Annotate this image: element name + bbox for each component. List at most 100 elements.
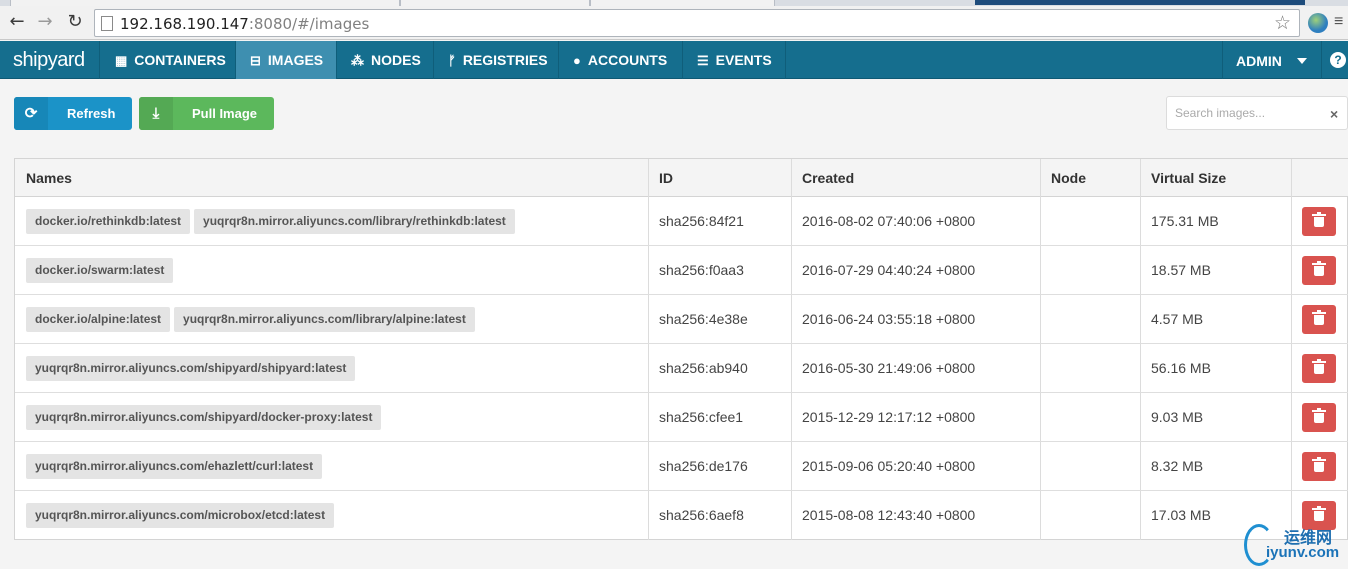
trash-icon (1312, 506, 1326, 521)
table-row: yuqrqr8n.mirror.aliyuncs.com/shipyard/do… (15, 393, 1348, 442)
search-input[interactable] (1175, 103, 1325, 123)
nav-registries[interactable]: ᚠ REGISTRIES (434, 41, 559, 79)
nav-events[interactable]: ☰ EVENTS (683, 41, 786, 79)
cell-created: 2016-07-29 04:40:24 +0800 (802, 262, 976, 278)
header-id[interactable]: ID (648, 159, 673, 197)
header-created[interactable]: Created (791, 159, 854, 197)
table-row: docker.io/alpine:latest yuqrqr8n.mirror.a… (15, 295, 1348, 344)
cell-id: sha256:6aef8 (659, 507, 744, 523)
header-node[interactable]: Node (1040, 159, 1086, 197)
image-tag: docker.io/alpine:latest (26, 307, 171, 332)
image-tag: yuqrqr8n.mirror.aliyuncs.com/library/ret… (194, 209, 515, 234)
hdd-icon: ⊟ (250, 53, 261, 68)
pull-image-button[interactable]: ⤓ Pull Image (139, 97, 274, 130)
cell-id: sha256:cfee1 (659, 409, 744, 425)
pull-image-label: Pull Image (192, 106, 258, 121)
nav-label: CONTAINERS (134, 52, 226, 68)
cell-node (1040, 393, 1051, 441)
image-tag: yuqrqr8n.mirror.aliyuncs.com/library/alp… (174, 307, 475, 332)
cell-created: 2016-06-24 03:55:18 +0800 (802, 311, 976, 327)
delete-image-button[interactable] (1302, 207, 1336, 236)
sitemap-icon: ⁂ (351, 53, 364, 68)
grid-icon: ▦ (115, 53, 128, 68)
trash-icon (1312, 310, 1326, 325)
trash-icon (1312, 212, 1326, 227)
page-icon (101, 16, 113, 31)
help-icon[interactable]: ? (1330, 52, 1346, 68)
delete-image-button[interactable] (1302, 354, 1336, 383)
nav-accounts[interactable]: ● ACCOUNTS (559, 41, 683, 79)
user-menu[interactable]: ADMIN (1222, 41, 1322, 79)
brand-logo[interactable]: shipyard (0, 41, 100, 79)
cell-node (1040, 344, 1051, 392)
nav-label: ACCOUNTS (587, 52, 668, 68)
nav-nodes[interactable]: ⁂ NODES (337, 41, 434, 79)
trash-icon (1312, 261, 1326, 276)
refresh-button[interactable]: ⟳ Refresh (14, 97, 132, 130)
code-fork-icon: ᚠ (448, 53, 456, 68)
browser-toolbar: ← → ↻ 192.168.190.147:8080/#/images ☆ ≡ (0, 6, 1348, 40)
image-names: yuqrqr8n.mirror.aliyuncs.com/shipyard/do… (26, 405, 385, 431)
table-header: Names ID Created Node Virtual Size (15, 159, 1348, 197)
watermark-en: iyunv.com (1266, 544, 1340, 561)
chevron-down-icon (1297, 58, 1307, 64)
window-titlebar (975, 0, 1305, 5)
trash-icon (1312, 408, 1326, 423)
nav-label: IMAGES (267, 52, 324, 68)
header-names[interactable]: Names (15, 159, 72, 197)
search-box: × (1166, 96, 1348, 130)
delete-image-button[interactable] (1302, 452, 1336, 481)
image-names: docker.io/alpine:latest yuqrqr8n.mirror.a… (26, 307, 479, 333)
cell-size: 18.57 MB (1151, 262, 1211, 278)
nav-images[interactable]: ⊟ IMAGES (236, 41, 337, 79)
cell-created: 2016-05-30 21:49:06 +0800 (802, 360, 976, 376)
delete-image-button[interactable] (1302, 305, 1336, 334)
header-virtual-size[interactable]: Virtual Size (1140, 159, 1226, 197)
cell-created: 2015-09-06 05:20:40 +0800 (802, 458, 976, 474)
reload-icon[interactable]: ↻ (64, 11, 86, 33)
trash-icon (1312, 359, 1326, 374)
bookmark-star-icon[interactable]: ☆ (1274, 12, 1291, 34)
cell-created: 2015-12-29 12:17:12 +0800 (802, 409, 976, 425)
nav-label: EVENTS (715, 52, 772, 68)
nav-label: NODES (371, 52, 421, 68)
image-names: yuqrqr8n.mirror.aliyuncs.com/shipyard/sh… (26, 356, 359, 382)
cell-id: sha256:ab940 (659, 360, 748, 376)
list-icon: ☰ (697, 53, 709, 68)
cell-id: sha256:4e38e (659, 311, 748, 327)
cell-created: 2015-08-08 12:43:40 +0800 (802, 507, 976, 523)
close-icon[interactable]: × (1330, 106, 1338, 122)
image-tag: yuqrqr8n.mirror.aliyuncs.com/shipyard/sh… (26, 356, 356, 381)
image-tag: docker.io/swarm:latest (26, 258, 174, 283)
cell-id: sha256:f0aa3 (659, 262, 744, 278)
url-text: 192.168.190.147:8080/#/images (120, 15, 369, 33)
user-name: ADMIN (1236, 53, 1282, 69)
table-row: docker.io/swarm:latest sha256:f0aa3 2016-0… (15, 246, 1348, 295)
image-tag: yuqrqr8n.mirror.aliyuncs.com/shipyard/do… (26, 405, 382, 430)
download-icon: ⤓ (139, 97, 173, 130)
browser-menu-icon[interactable]: ≡ (1334, 13, 1343, 31)
table-row: yuqrqr8n.mirror.aliyuncs.com/ehazlett/cu… (15, 442, 1348, 491)
image-tag: yuqrqr8n.mirror.aliyuncs.com/ehazlett/cu… (26, 454, 323, 479)
nav-label: REGISTRIES (462, 52, 548, 68)
image-tag: yuqrqr8n.mirror.aliyuncs.com/microbox/et… (26, 503, 335, 528)
cell-node (1040, 197, 1051, 245)
address-bar[interactable]: 192.168.190.147:8080/#/images ☆ (94, 9, 1300, 37)
cell-node (1040, 295, 1051, 343)
image-names: yuqrqr8n.mirror.aliyuncs.com/ehazlett/cu… (26, 454, 326, 480)
user-icon: ● (573, 53, 581, 68)
image-tag: docker.io/rethinkdb:latest (26, 209, 191, 234)
delete-image-button[interactable] (1302, 256, 1336, 285)
cell-size: 4.57 MB (1151, 311, 1204, 327)
cell-node (1040, 491, 1051, 539)
watermark-logo: 运维网 iyunv.com (1244, 522, 1348, 569)
forward-icon[interactable]: → (34, 11, 56, 33)
cell-created: 2016-08-02 07:40:06 +0800 (802, 213, 976, 229)
image-names: docker.io/swarm:latest (26, 258, 177, 284)
delete-image-button[interactable] (1302, 403, 1336, 432)
nav-containers[interactable]: ▦ CONTAINERS (101, 41, 236, 79)
trash-icon (1312, 457, 1326, 472)
back-icon[interactable]: ← (6, 11, 28, 33)
extension-globe-icon[interactable] (1308, 13, 1328, 33)
table-row: yuqrqr8n.mirror.aliyuncs.com/microbox/et… (15, 491, 1348, 540)
